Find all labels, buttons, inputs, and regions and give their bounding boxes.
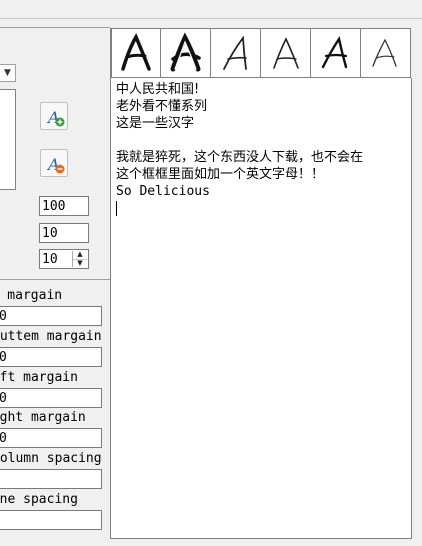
line-spacing-input[interactable] [0, 510, 102, 530]
glyph-style-2[interactable] [161, 29, 211, 77]
column-spacing-label: Column spacing [0, 451, 102, 466]
stepper-value: 10 [42, 252, 58, 267]
font-size-input[interactable]: 100 [39, 196, 89, 216]
line-spacing-label: Line spacing [0, 492, 78, 507]
editor-line: 这是一些汉字 [116, 116, 195, 131]
column-spacing-input[interactable] [0, 469, 102, 489]
spacing-value: 10 [42, 226, 58, 241]
text-caret [116, 201, 117, 216]
left-margin-input[interactable]: 0 [0, 388, 102, 408]
font-remove-icon: A [46, 155, 65, 174]
editor-line: 老外看不懂系列 [116, 99, 208, 114]
editor-caret-line [116, 200, 411, 217]
font-select-dropdown[interactable]: ▼ [0, 64, 16, 82]
chevron-down-icon: ▼ [4, 68, 11, 78]
glyph-style-5[interactable] [311, 29, 361, 77]
spacing-input[interactable]: 10 [39, 223, 89, 243]
top-margin-label: Top margain [0, 288, 63, 303]
stepper-buttons[interactable]: ▲ ▼ [72, 251, 87, 267]
stepper-down-icon[interactable]: ▼ [73, 259, 87, 268]
font-add-icon: A [46, 108, 65, 127]
editor-line: 这个框框里面如加一个英文字母！！ [116, 167, 325, 182]
add-font-button[interactable]: A [40, 102, 68, 130]
remove-font-button[interactable]: A [40, 149, 68, 177]
text-editor[interactable]: 中人民共和国! 老外看不懂系列 这是一些汉字 我就是猝死，这个东西没人下载，也不… [111, 78, 412, 539]
top-margin-input[interactable]: 0 [0, 306, 102, 326]
title-bar [0, 0, 422, 19]
glyph-style-6[interactable] [361, 29, 411, 77]
glyph-style-4[interactable] [261, 29, 311, 77]
right-margin-label: Right margain [0, 410, 86, 425]
editor-line: So Delicious [116, 184, 210, 199]
section-divider [0, 279, 110, 280]
editor-line: 我就是猝死，这个东西没人下载，也不会在 [116, 150, 364, 165]
panel-divider [0, 27, 110, 28]
editor-line: 中人民共和国! [116, 82, 200, 97]
bottom-margin-label: Buttem margain [0, 329, 102, 344]
glyph-style-3[interactable] [211, 29, 261, 77]
right-margin-input[interactable]: 0 [0, 428, 102, 448]
glyph-style-strip [111, 28, 411, 78]
glyph-style-1[interactable] [111, 29, 161, 77]
bottom-margin-input[interactable]: 0 [0, 347, 102, 367]
font-size-value: 100 [42, 199, 66, 214]
stepper-input[interactable]: 10 ▲ ▼ [39, 249, 89, 269]
font-list[interactable] [0, 89, 16, 190]
left-margin-label: Left margain [0, 370, 78, 385]
